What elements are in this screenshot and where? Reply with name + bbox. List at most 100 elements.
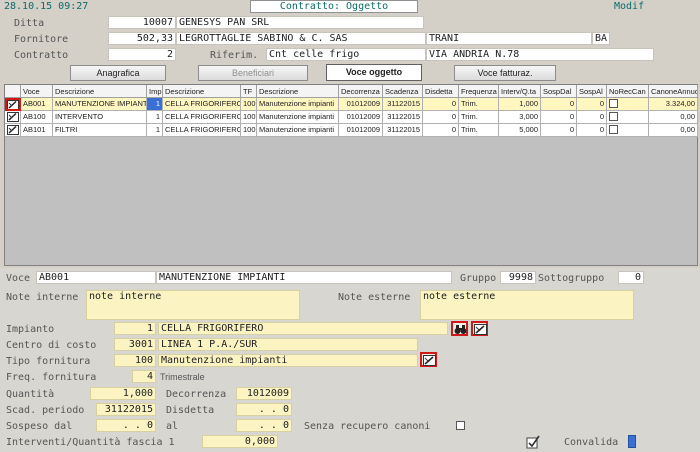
freq-fornitura-label: Freq. fornitura <box>6 372 97 383</box>
decorrenza-field[interactable]: 1012009 <box>236 387 292 400</box>
edit-row-icon[interactable] <box>5 111 21 124</box>
note-esterne-textarea[interactable]: note esterne <box>420 290 634 320</box>
sottogruppo-field[interactable]: 0 <box>618 271 644 284</box>
edit-tipo-fornitura-icon[interactable] <box>420 352 437 367</box>
table-row[interactable]: AB100 INTERVENTO 1 CELLA FRIGORIFERO 100… <box>5 111 698 124</box>
fornitore-city-field[interactable]: TRANI <box>426 32 592 45</box>
fornitore-code-field[interactable]: 502,33 <box>108 32 176 45</box>
col-header-sospal[interactable]: SospAl <box>577 85 607 98</box>
validate-icon[interactable] <box>526 435 540 449</box>
senza-recupero-label: Senza recupero canoni <box>304 421 431 432</box>
cell-interv: 5,000 <box>499 124 541 137</box>
col-header-imp-descrizione[interactable]: Descrizione <box>163 85 241 98</box>
fornitore-prov-field[interactable]: BA <box>592 32 610 45</box>
col-header-decorrenza[interactable]: Decorrenza <box>339 85 383 98</box>
tipo-fornitura-code-field[interactable]: 100 <box>114 354 156 367</box>
contratto-label: Contratto <box>14 50 69 61</box>
noreccan-checkbox[interactable] <box>609 99 618 108</box>
cell-noreccan[interactable] <box>607 98 649 111</box>
voce-code-field[interactable]: AB001 <box>36 271 156 284</box>
sottogruppo-label: Sottogruppo <box>538 273 605 284</box>
noreccan-checkbox[interactable] <box>609 112 618 121</box>
col-header-interv[interactable]: Interv/Q.ta <box>499 85 541 98</box>
impianto-code-field[interactable]: 1 <box>114 322 156 335</box>
freq-fornitura-code-field[interactable]: 4 <box>132 370 156 383</box>
cell-sospdal: 0 <box>541 124 577 137</box>
cell-canone: 0,00 <box>649 111 698 124</box>
cell-frequenza: Trim. <box>459 124 499 137</box>
cell-tf: 100 <box>241 111 257 124</box>
cell-imp-descrizione: CELLA FRIGORIFERO <box>163 124 241 137</box>
note-interne-textarea[interactable]: note interne <box>86 290 300 320</box>
ditta-code-field[interactable]: 10007 <box>108 16 176 29</box>
cell-imp: 1 <box>147 111 163 124</box>
col-header-descrizione[interactable]: Descrizione <box>53 85 147 98</box>
cell-decorrenza: 01012009 <box>339 98 383 111</box>
edit-impianto-icon[interactable] <box>471 321 488 336</box>
cell-tf: 100 <box>241 124 257 137</box>
gruppo-field[interactable]: 9998 <box>500 271 536 284</box>
cell-imp[interactable]: 1 <box>147 98 163 111</box>
top-bar: 28.10.15 09:27 Contratto: Oggetto Modif <box>0 0 700 14</box>
cell-sospal: 0 <box>577 111 607 124</box>
col-header-noreccan[interactable]: NoRecCan <box>607 85 649 98</box>
quantita-field[interactable]: 1,000 <box>90 387 156 400</box>
convalida-label: Convalida <box>564 437 619 448</box>
cell-noreccan[interactable] <box>607 111 649 124</box>
table-row[interactable]: AB101 FILTRI 1 CELLA FRIGORIFERO 100 Man… <box>5 124 698 137</box>
scad-periodo-field[interactable]: 31122015 <box>96 403 156 416</box>
col-header-frequenza[interactable]: Frequenza <box>459 85 499 98</box>
table-row[interactable]: AB001 MANUTENZIONE IMPIANTI 1 CELLA FRIG… <box>5 98 698 111</box>
convalida-toggle[interactable] <box>628 435 636 448</box>
beneficiari-button[interactable]: Beneficiari <box>198 65 308 81</box>
col-header-tf[interactable]: TF <box>241 85 257 98</box>
scad-periodo-label: Scad. periodo <box>6 405 85 416</box>
col-header-disdetta[interactable]: Disdetta <box>423 85 459 98</box>
cell-frequenza: Trim. <box>459 98 499 111</box>
ditta-name-field[interactable]: GENESYS PAN SRL <box>176 16 424 29</box>
sospeso-dal-field[interactable]: . . 0 <box>96 419 156 432</box>
col-header-voce[interactable]: Voce <box>21 85 53 98</box>
cell-sospdal: 0 <box>541 98 577 111</box>
mode-indicator: Modif <box>614 1 645 12</box>
cell-noreccan[interactable] <box>607 124 649 137</box>
address-field[interactable]: VIA ANDRIA N.78 <box>426 48 654 61</box>
voce-oggetto-tab[interactable]: Voce oggetto <box>326 64 422 81</box>
contratto-num-field[interactable]: 2 <box>108 48 176 61</box>
cell-voce: AB101 <box>21 124 53 137</box>
gruppo-label: Gruppo <box>460 273 497 284</box>
col-header-sospdal[interactable]: SospDal <box>541 85 577 98</box>
anagrafica-button[interactable]: Anagrafica <box>70 65 166 81</box>
voce-desc-field[interactable]: MANUTENZIONE IMPIANTI <box>156 271 452 284</box>
col-header-imp[interactable]: Imp <box>147 85 163 98</box>
edit-row-icon[interactable] <box>5 124 21 137</box>
ditta-label: Ditta <box>14 18 45 29</box>
riferim-field[interactable]: Cnt celle frigo <box>266 48 426 61</box>
col-header-scadenza[interactable]: Scadenza <box>383 85 423 98</box>
cell-voce: AB001 <box>21 98 53 111</box>
disdetta-field[interactable]: . . 0 <box>236 403 292 416</box>
cell-tf: 100 <box>241 98 257 111</box>
sospeso-al-field[interactable]: . . 0 <box>236 419 292 432</box>
fornitore-name-field[interactable]: LEGROTTAGLIE SABINO & C. SAS <box>176 32 426 45</box>
noreccan-checkbox[interactable] <box>609 125 618 134</box>
edit-row-icon[interactable] <box>5 98 21 111</box>
cell-tf-descrizione: Manutenzione impianti <box>257 98 339 111</box>
voce-fatturaz-button[interactable]: Voce fatturaz. <box>454 65 556 81</box>
cell-disdetta: 0 <box>423 111 459 124</box>
impianto-desc-field[interactable]: CELLA FRIGORIFERO <box>158 322 448 335</box>
cell-imp-descrizione: CELLA FRIGORIFERO <box>163 111 241 124</box>
tipo-fornitura-desc-field[interactable]: Manutenzione impianti <box>158 354 418 367</box>
cell-tf-descrizione: Manutenzione impianti <box>257 111 339 124</box>
cell-disdetta: 0 <box>423 124 459 137</box>
senza-recupero-checkbox[interactable] <box>456 421 465 430</box>
centro-costo-code-field[interactable]: 3001 <box>114 338 156 351</box>
freq-fornitura-desc: Trimestrale <box>160 372 205 382</box>
col-header-canoneannuo[interactable]: CanoneAnnuo <box>649 85 698 98</box>
binoculars-search-icon[interactable] <box>451 321 468 336</box>
centro-costo-desc-field[interactable]: LINEA 1 P.A./SUR <box>158 338 418 351</box>
interventi-field[interactable]: 0,000 <box>202 435 278 448</box>
interventi-label: Interventi/Quantità fascia 1 <box>6 437 175 448</box>
col-header-tf-descrizione[interactable]: Descrizione <box>257 85 339 98</box>
fornitore-label: Fornitore <box>14 34 69 45</box>
